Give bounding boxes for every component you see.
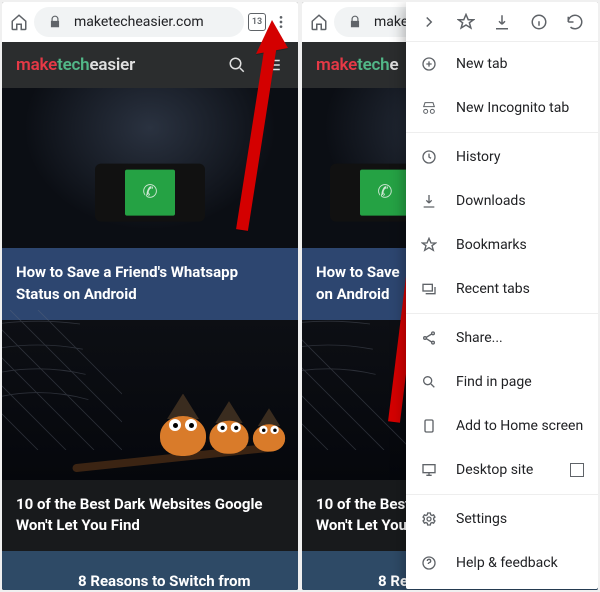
menu-settings[interactable]: Settings <box>406 497 598 541</box>
menu-desktop-site[interactable]: Desktop site <box>406 448 598 492</box>
article-2-title[interactable]: 10 of the Best Dark Websites Google Won'… <box>2 480 298 552</box>
menu-downloads[interactable]: Downloads <box>406 179 598 223</box>
home-icon[interactable] <box>308 11 330 33</box>
menu-share[interactable]: Share... <box>406 316 598 360</box>
reload-icon[interactable] <box>562 11 588 33</box>
home-icon[interactable] <box>8 11 30 33</box>
plus-circle-icon <box>420 56 438 72</box>
site-logo[interactable]: maketecheasier <box>16 55 135 75</box>
chrome-overflow-menu: New tab New Incognito tab History Downlo… <box>406 2 598 589</box>
desktop-checkbox[interactable] <box>570 463 584 477</box>
lock-icon <box>44 11 66 33</box>
menu-history[interactable]: History <box>406 135 598 179</box>
tab-switcher[interactable]: 13 <box>248 13 266 31</box>
omnibox[interactable]: maketecheasier.com <box>34 7 244 37</box>
article-3-title[interactable]: 8 Reasons to Switch from <box>2 551 298 590</box>
menu-top-row <box>406 2 598 42</box>
menu-find[interactable]: Find in page <box>406 360 598 404</box>
bookmarks-icon <box>420 237 438 253</box>
info-icon[interactable] <box>526 11 552 33</box>
site-actions <box>226 54 284 76</box>
search-icon[interactable] <box>226 54 248 76</box>
share-icon <box>420 330 438 346</box>
recent-tabs-icon <box>420 281 438 297</box>
article-2-image[interactable] <box>2 320 298 480</box>
gear-icon <box>420 511 438 527</box>
download-icon[interactable] <box>489 11 515 33</box>
menu-add-home[interactable]: Add to Home screen <box>406 404 598 448</box>
menu-icon[interactable] <box>270 11 292 33</box>
star-icon[interactable] <box>453 11 479 33</box>
screenshot-left: maketecheasier.com 13 maketecheasier ✆ H… <box>2 2 298 590</box>
downloads-icon <box>420 193 438 209</box>
incognito-icon <box>420 100 438 116</box>
history-icon <box>420 149 438 165</box>
chrome-urlbar: maketecheasier.com 13 <box>2 2 298 42</box>
article-1-image[interactable]: ✆ <box>2 88 298 248</box>
menu-help[interactable]: Help & feedback <box>406 541 598 585</box>
menu-incognito[interactable]: New Incognito tab <box>406 86 598 130</box>
hamburger-icon[interactable] <box>262 54 284 76</box>
desktop-icon <box>420 462 438 478</box>
add-home-icon <box>420 418 438 434</box>
menu-new-tab[interactable]: New tab <box>406 42 598 86</box>
screenshot-right: maket maketeche ✆ How to Saveon Android … <box>302 2 598 590</box>
menu-bookmarks[interactable]: Bookmarks <box>406 223 598 267</box>
help-icon <box>420 555 438 571</box>
url-text: maketecheasier.com <box>74 14 204 30</box>
lock-icon <box>344 11 366 33</box>
find-icon <box>420 374 438 390</box>
site-logo[interactable]: maketeche <box>316 55 398 75</box>
site-header: maketecheasier <box>2 42 298 88</box>
forward-icon[interactable] <box>416 11 442 33</box>
menu-recent-tabs[interactable]: Recent tabs <box>406 267 598 311</box>
